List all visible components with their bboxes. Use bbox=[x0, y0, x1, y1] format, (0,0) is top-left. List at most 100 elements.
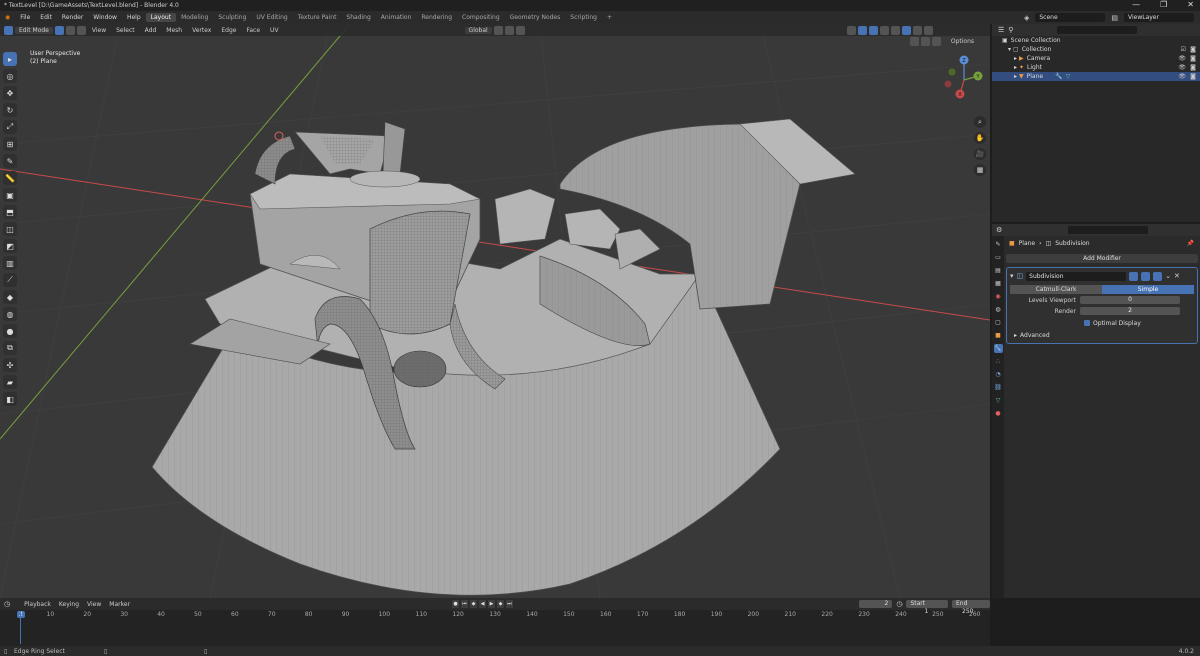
zoom-icon[interactable]: ⌕ bbox=[974, 116, 986, 128]
snap-button[interactable] bbox=[504, 25, 514, 35]
menu-marker[interactable]: Marker bbox=[105, 601, 134, 608]
menu-uv[interactable]: UV bbox=[266, 27, 283, 34]
scene-selector[interactable]: Scene bbox=[1035, 13, 1106, 22]
proportional-edit-button[interactable] bbox=[515, 25, 525, 35]
shading-material-button[interactable] bbox=[912, 25, 922, 35]
output-tab-icon[interactable]: ▤ bbox=[994, 266, 1003, 275]
camera-visibility-icon[interactable]: ◙ bbox=[1190, 73, 1196, 80]
add-modifier-button[interactable]: Add Modifier bbox=[1006, 254, 1198, 263]
face-select-mode-button[interactable] bbox=[76, 25, 86, 35]
outliner-editor-icon[interactable]: ☰ bbox=[998, 26, 1004, 34]
mode-selector[interactable]: Edit Mode bbox=[15, 26, 53, 34]
eye-icon[interactable]: 👁 bbox=[1178, 64, 1186, 71]
render-toggle-icon[interactable] bbox=[1153, 271, 1163, 281]
menu-edit[interactable]: Edit bbox=[35, 14, 57, 21]
preview-range-icon[interactable]: ◷ bbox=[896, 600, 902, 608]
menu-mesh[interactable]: Mesh bbox=[162, 27, 186, 34]
workspace-tab-modeling[interactable]: Modeling bbox=[176, 13, 213, 22]
optimal-display-checkbox[interactable]: Optimal Display bbox=[1010, 318, 1194, 328]
rotate-tool-icon[interactable]: ↻ bbox=[3, 103, 17, 117]
camera-view-icon[interactable]: 🎥 bbox=[974, 148, 986, 160]
outliner-row-light[interactable]: ▸ ✦ Light 👁 ◙ bbox=[992, 63, 1200, 72]
menu-vertex[interactable]: Vertex bbox=[188, 27, 215, 34]
gizmo-toggle-button[interactable] bbox=[857, 25, 867, 35]
constraints-tab-icon[interactable]: ⛓ bbox=[994, 383, 1003, 392]
outliner-search-input[interactable] bbox=[1057, 26, 1138, 34]
workspace-tab-animation[interactable]: Animation bbox=[376, 13, 417, 22]
chevron-right-icon[interactable]: ▸ bbox=[1014, 64, 1017, 71]
workspace-tab-geometry-nodes[interactable]: Geometry Nodes bbox=[505, 13, 566, 22]
outliner-row-collection[interactable]: ▾ ▢ Collection ☑ ◙ bbox=[992, 45, 1200, 54]
data-tab-icon[interactable]: ▽ bbox=[994, 396, 1003, 405]
pin-icon[interactable]: 📌 bbox=[1187, 240, 1194, 247]
world-tab-icon[interactable]: ◍ bbox=[994, 305, 1003, 314]
shear-tool-icon[interactable]: ▰ bbox=[3, 375, 17, 389]
menu-file[interactable]: File bbox=[15, 14, 35, 21]
render-levels-field[interactable]: 2 bbox=[1080, 307, 1180, 315]
next-keyframe-icon[interactable]: ◆ bbox=[497, 600, 504, 608]
workspace-tab-texture-paint[interactable]: Texture Paint bbox=[293, 13, 342, 22]
view-object-types-button[interactable] bbox=[846, 25, 856, 35]
scene-tab-icon[interactable]: ◉ bbox=[994, 292, 1003, 301]
menu-edge[interactable]: Edge bbox=[217, 27, 240, 34]
workspace-tab-shading[interactable]: Shading bbox=[341, 13, 375, 22]
particles-tab-icon[interactable]: ∴ bbox=[994, 357, 1003, 366]
advanced-subpanel[interactable]: ▸ Advanced bbox=[1010, 330, 1194, 340]
xray-toggle-button[interactable] bbox=[879, 25, 889, 35]
view-layer-tab-icon[interactable]: ▦ bbox=[994, 279, 1003, 288]
smooth-tool-icon[interactable]: ● bbox=[3, 324, 17, 338]
record-icon[interactable]: ● bbox=[452, 600, 459, 608]
end-frame-field[interactable]: End 250 bbox=[952, 600, 990, 615]
extrude-tool-icon[interactable]: ⬒ bbox=[3, 205, 17, 219]
shading-rendered-button[interactable] bbox=[923, 25, 933, 35]
menu-playback[interactable]: Playback bbox=[20, 601, 55, 608]
jump-start-icon[interactable]: ⏮ bbox=[461, 600, 468, 608]
outliner-row-camera[interactable]: ▸ ▶ Camera 👁 ◙ bbox=[992, 54, 1200, 63]
workspace-tab-uv-editing[interactable]: UV Editing bbox=[251, 13, 292, 22]
minimize-button[interactable]: — bbox=[1132, 0, 1140, 10]
menu-window[interactable]: Window bbox=[88, 14, 122, 21]
menu-select[interactable]: Select bbox=[112, 27, 139, 34]
eye-icon[interactable]: 👁 bbox=[1178, 73, 1186, 80]
start-frame-field[interactable]: Start 1 bbox=[906, 600, 948, 615]
cursor-tool-icon[interactable]: ◎ bbox=[3, 69, 17, 83]
chevron-right-icon[interactable]: ▸ bbox=[1014, 73, 1017, 80]
levels-viewport-field[interactable]: 0 bbox=[1080, 296, 1180, 304]
collection-tab-icon[interactable]: ▢ bbox=[994, 318, 1003, 327]
modifier-close-icon[interactable]: ✕ bbox=[1174, 272, 1180, 280]
loop-cut-tool-icon[interactable]: ▥ bbox=[3, 256, 17, 270]
menu-render[interactable]: Render bbox=[57, 14, 88, 21]
options-dropdown[interactable]: Options bbox=[951, 38, 974, 45]
checkbox-icon[interactable] bbox=[1084, 320, 1090, 326]
chevron-right-icon[interactable]: ▸ bbox=[1014, 332, 1017, 339]
menu-face[interactable]: Face bbox=[242, 27, 264, 34]
outliner-row-plane[interactable]: ▸ ▼ Plane 🔧 ▽ 👁 ◙ bbox=[992, 72, 1200, 81]
vertex-select-mode-button[interactable] bbox=[54, 25, 64, 35]
jump-end-icon[interactable]: ⏭ bbox=[506, 600, 513, 608]
transform-tool-icon[interactable]: ⊞ bbox=[3, 137, 17, 151]
object-tab-icon[interactable]: ■ bbox=[994, 331, 1003, 340]
chevron-right-icon[interactable]: ▸ bbox=[1014, 55, 1017, 62]
viewport-scene[interactable] bbox=[0, 24, 990, 598]
mesh-data-icon[interactable]: ▽ bbox=[1066, 73, 1071, 80]
material-tab-icon[interactable]: ● bbox=[994, 409, 1003, 418]
prev-keyframe-icon[interactable]: ◆ bbox=[470, 600, 477, 608]
workspace-tab-sculpting[interactable]: Sculpting bbox=[213, 13, 251, 22]
modifier-dropdown-icon[interactable]: ⌄ bbox=[1165, 272, 1171, 280]
mirror-y-button[interactable] bbox=[920, 37, 930, 46]
mirror-z-button[interactable] bbox=[931, 37, 941, 46]
mirror-x-button[interactable] bbox=[909, 37, 919, 46]
render-tab-icon[interactable]: ▭ bbox=[994, 253, 1003, 262]
catmull-clark-option[interactable]: Catmull-Clark bbox=[1010, 285, 1102, 294]
modifier-name-field[interactable]: Subdivision bbox=[1026, 271, 1127, 281]
editor-type-button[interactable] bbox=[4, 25, 13, 35]
bevel-tool-icon[interactable]: ◩ bbox=[3, 239, 17, 253]
properties-editor-icon[interactable]: ⚙ bbox=[996, 226, 1002, 234]
grid-ortho-icon[interactable]: ▦ bbox=[974, 164, 986, 176]
pivot-point-button[interactable] bbox=[493, 25, 503, 35]
inset-tool-icon[interactable]: ◫ bbox=[3, 222, 17, 236]
viewport-toggle-icon[interactable] bbox=[1141, 271, 1151, 281]
properties-search-input[interactable] bbox=[1068, 226, 1148, 234]
camera-visibility-icon[interactable]: ◙ bbox=[1190, 64, 1196, 71]
workspace-tab-rendering[interactable]: Rendering bbox=[416, 13, 457, 22]
